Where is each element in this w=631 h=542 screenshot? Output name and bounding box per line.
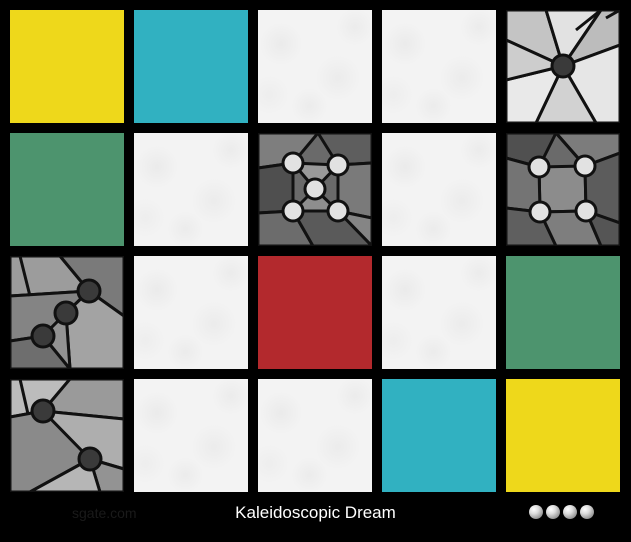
tile-yellow[interactable] bbox=[10, 10, 124, 123]
progress-dot bbox=[563, 505, 577, 519]
progress-dot bbox=[529, 505, 543, 519]
tile-face-down[interactable] bbox=[258, 379, 372, 492]
game-board bbox=[0, 0, 631, 497]
tile-green[interactable] bbox=[10, 133, 124, 246]
tile-face-down[interactable] bbox=[134, 256, 248, 369]
tile-green[interactable] bbox=[506, 256, 620, 369]
pattern-graphic bbox=[506, 10, 620, 123]
tile-face-down[interactable] bbox=[134, 133, 248, 246]
progress-dot bbox=[546, 505, 560, 519]
pattern-graphic bbox=[10, 379, 124, 492]
footer-bar: sgate.com Kaleidoscopic Dream bbox=[0, 497, 631, 542]
pattern-graphic bbox=[506, 133, 620, 246]
tile-pattern-light-one-node[interactable] bbox=[506, 10, 620, 123]
pattern-graphic bbox=[258, 133, 372, 246]
tile-red[interactable] bbox=[258, 256, 372, 369]
tile-pattern-mid-two-node[interactable] bbox=[10, 379, 124, 492]
tile-face-down[interactable] bbox=[258, 10, 372, 123]
tile-face-down[interactable] bbox=[134, 379, 248, 492]
tile-pattern-dark-four-node[interactable] bbox=[506, 133, 620, 246]
pattern-graphic bbox=[10, 256, 124, 369]
tile-teal[interactable] bbox=[134, 10, 248, 123]
tile-pattern-dark-five-node[interactable] bbox=[258, 133, 372, 246]
tile-face-down[interactable] bbox=[382, 256, 496, 369]
tile-face-down[interactable] bbox=[382, 133, 496, 246]
progress-dots bbox=[529, 505, 597, 524]
tile-pattern-mid-three-node[interactable] bbox=[10, 256, 124, 369]
tile-face-down[interactable] bbox=[382, 10, 496, 123]
tile-teal[interactable] bbox=[382, 379, 496, 492]
tile-yellow[interactable] bbox=[506, 379, 620, 492]
progress-dot bbox=[580, 505, 594, 519]
